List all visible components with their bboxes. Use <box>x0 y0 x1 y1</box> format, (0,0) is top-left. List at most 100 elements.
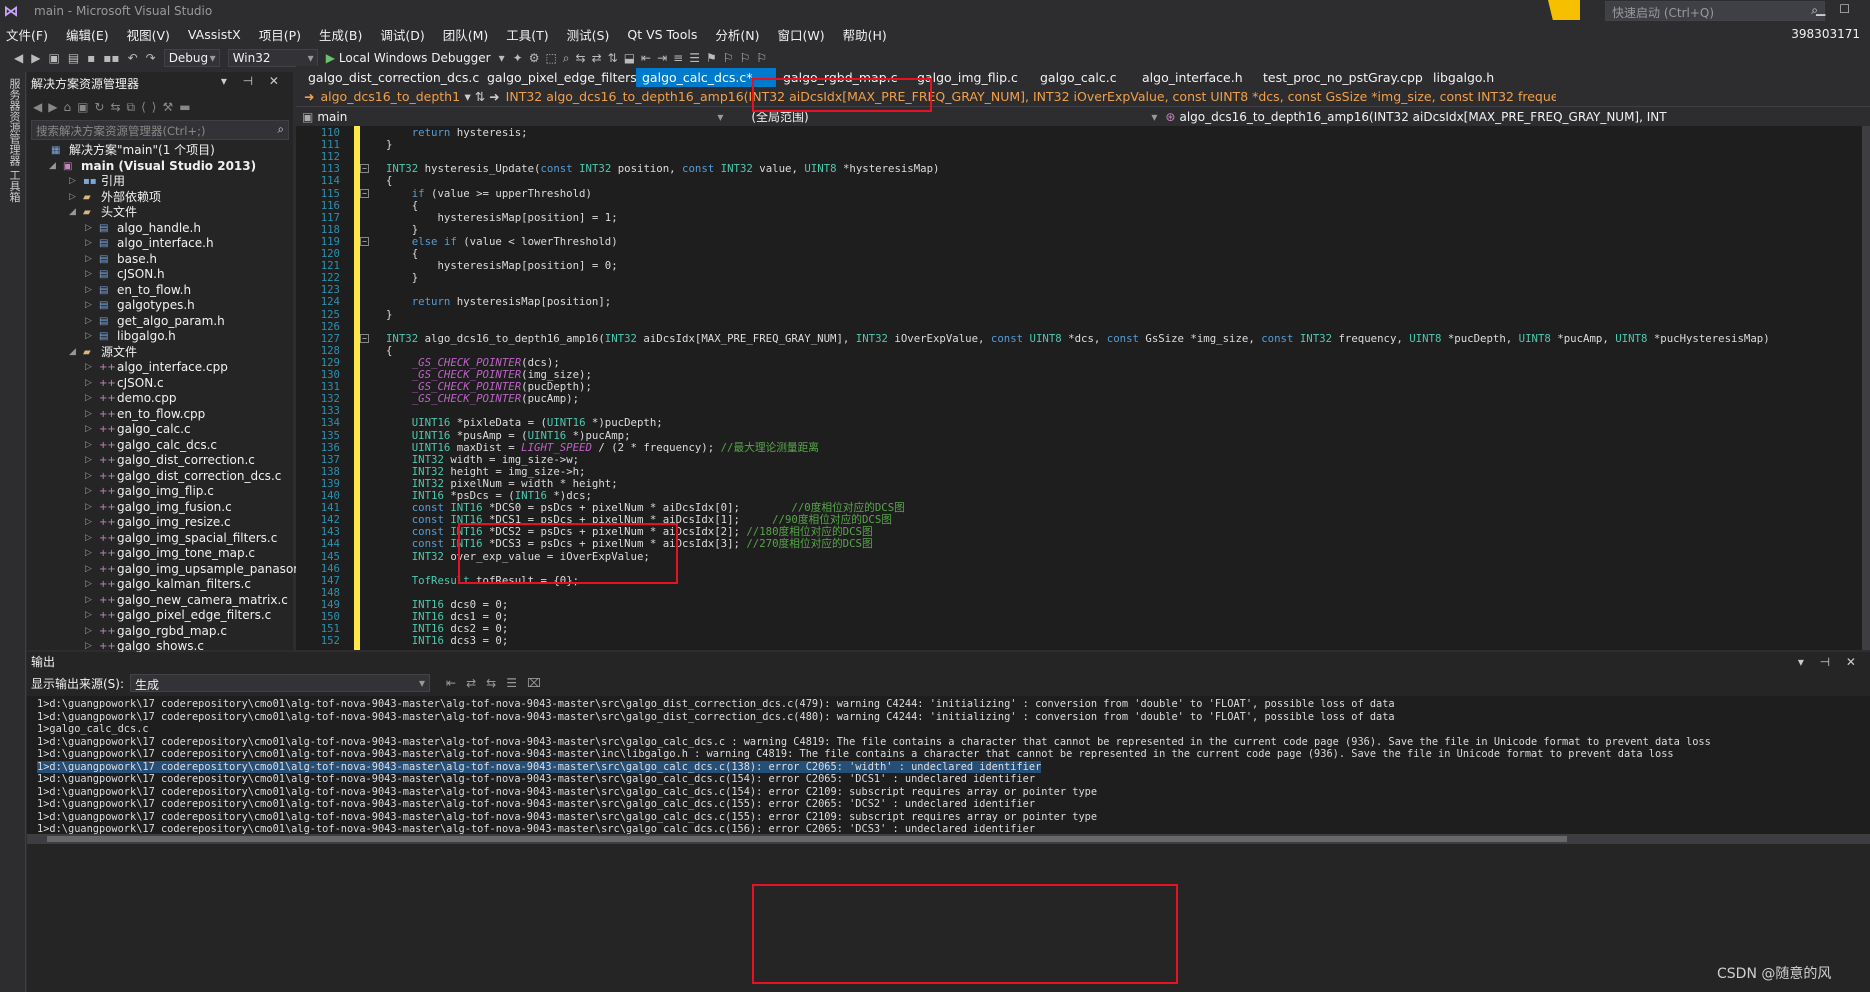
tree-item[interactable]: ▷ ▤ get_algo_param.h <box>27 314 293 330</box>
output-source-combo[interactable]: 生成 <box>130 674 431 692</box>
collapsed-arrow-icon[interactable]: ▷ <box>85 360 92 376</box>
tree-item[interactable]: ▷ ++ galgo_rgbd_map.c <box>27 624 293 640</box>
function-combo[interactable]: algo_dcs16_to_depth16_amp16(INT32 aiDcsI… <box>1179 110 1666 124</box>
tree-item[interactable]: ▦ 解决方案"main"(1 个项目) <box>27 143 293 159</box>
project-combo-arrow-icon[interactable]: ▾ <box>717 110 723 124</box>
collapsed-arrow-icon[interactable]: ▷ <box>85 314 92 330</box>
tree-item[interactable]: ▷ ++ demo.cpp <box>27 391 293 407</box>
tab-test-proc-no-pstgray[interactable]: test_proc_no_pstGray.cpp <box>1257 68 1429 87</box>
output-toolbar-icons[interactable]: ⇤⇄⇆☰⌧ <box>446 676 551 690</box>
collapsed-arrow-icon[interactable]: ▷ <box>85 252 92 268</box>
tab-libgalgo[interactable]: libgalgo.h <box>1427 68 1500 87</box>
menu-help[interactable]: 帮助(H) <box>843 25 887 44</box>
panel-controls[interactable]: ▾ ⊣ ✕ <box>221 74 285 88</box>
menu-tools[interactable]: 工具(T) <box>506 25 548 44</box>
tree-item[interactable]: ▷ ▤ algo_interface.h <box>27 236 293 252</box>
code-line[interactable]: 125} <box>296 308 1870 321</box>
save-icon[interactable]: ▪ <box>87 51 95 65</box>
collapsed-arrow-icon[interactable]: ▷ <box>85 577 92 593</box>
tree-item[interactable]: ▷ ▤ en_to_flow.h <box>27 283 293 299</box>
collapse-toggle-icon[interactable]: − <box>360 236 369 246</box>
collapsed-arrow-icon[interactable]: ▷ <box>85 593 92 609</box>
collapsed-arrow-icon[interactable]: ▷ <box>69 190 76 206</box>
tree-item[interactable]: ▷ ++ galgo_dist_correction.c <box>27 453 293 469</box>
collapse-toggle-icon[interactable]: − <box>360 333 369 343</box>
new-project-icon[interactable]: ▣ <box>48 51 59 65</box>
collapsed-arrow-icon[interactable]: ▷ <box>85 624 92 640</box>
collapsed-arrow-icon[interactable]: ▷ <box>85 376 92 392</box>
collapse-toggle-icon[interactable]: − <box>360 188 369 198</box>
tree-item[interactable]: ▷ ++ galgo_img_upsample_panasonic.c <box>27 562 321 578</box>
output-horizontal-scrollbar[interactable] <box>27 834 1870 844</box>
tab-galgo-rgbd-map[interactable]: galgo_rgbd_map.c <box>777 68 904 87</box>
scope-combo-arrow-icon[interactable]: ▾ <box>1151 110 1157 124</box>
collapsed-arrow-icon[interactable]: ▷ <box>85 422 92 438</box>
collapsed-arrow-icon[interactable]: ▷ <box>85 608 92 624</box>
window-controls[interactable]: ▁☐ <box>1816 2 1864 16</box>
server-explorer-toolbox-tab[interactable]: 服务器资源管理器 工具箱 <box>6 78 22 203</box>
code-line[interactable]: 127 INT32 algo_dcs16_to_depth16_amp16(INT… <box>296 332 1870 345</box>
tree-item[interactable]: ▷ ++ galgo_calc.c <box>27 422 293 438</box>
menu-analyze[interactable]: 分析(N) <box>715 25 759 44</box>
code-line[interactable]: 116 { <box>296 199 1870 212</box>
solution-search-input[interactable]: 搜索解决方案资源管理器(Ctrl+;) ⌕ <box>31 120 289 140</box>
tab-galgo-pixel-edge-filters[interactable]: galgo_pixel_edge_filters.c <box>481 68 654 87</box>
tree-item[interactable]: ▷ ▤ galgotypes.h <box>27 298 293 314</box>
code-line[interactable]: 150 INT16 dcs1 = 0; <box>296 610 1870 623</box>
start-debugger-button[interactable]: Local Windows Debugger <box>339 51 491 65</box>
code-line[interactable]: 151 INT16 dcs2 = 0; <box>296 622 1870 635</box>
collapsed-arrow-icon[interactable]: ▷ <box>85 391 92 407</box>
collapsed-arrow-icon[interactable]: ▷ <box>85 500 92 516</box>
tab-galgo-calc-dcs[interactable]: galgo_calc_dcs.c* ⊣ ✕ <box>636 68 776 104</box>
collapsed-arrow-icon[interactable]: ▷ <box>85 438 92 454</box>
expanded-arrow-icon[interactable]: ◢ <box>69 345 76 361</box>
forward-icon[interactable]: ▶ <box>31 51 40 65</box>
nav-signature[interactable]: INT32 algo_dcs16_to_depth16_amp16(INT32 … <box>506 89 1556 104</box>
code-line[interactable]: 114 { <box>296 175 1870 187</box>
start-debug-icon[interactable]: ▶ <box>326 51 335 65</box>
collapsed-arrow-icon[interactable]: ▷ <box>85 283 92 299</box>
code-line[interactable]: 145 INT32 over_exp_value = iOverExpValue… <box>296 550 1870 563</box>
code-line[interactable]: 124 return hysteresisMap[position]; <box>296 296 1870 308</box>
output-line[interactable]: 1>d:\guangpowork\17 coderepository\cmo01… <box>37 711 1395 724</box>
debugger-dropdown-icon[interactable]: ▾ <box>499 51 505 65</box>
code-line[interactable]: 149 INT16 dcs0 = 0; <box>296 598 1870 611</box>
collapsed-arrow-icon[interactable]: ▷ <box>85 484 92 500</box>
menu-view[interactable]: 视图(V) <box>127 25 170 44</box>
output-line[interactable]: 1>d:\guangpowork\17 coderepository\cmo01… <box>37 773 1035 786</box>
menu-qt-vs-tools[interactable]: Qt VS Tools <box>627 27 697 42</box>
code-line[interactable]: 144 const INT16 *DCS3 = psDcs + pixelNum… <box>296 538 1870 550</box>
undo-icon[interactable]: ↶ <box>128 51 138 65</box>
expanded-arrow-icon[interactable]: ◢ <box>49 159 56 175</box>
tree-item[interactable]: ▷ ++ galgo_img_flip.c <box>27 484 293 500</box>
tree-item[interactable]: ▷ ++ cJSON.c <box>27 376 293 392</box>
tree-item[interactable]: ◢ ▰ 头文件 <box>27 205 293 221</box>
tree-item[interactable]: ▷ ++ algo_interface.cpp <box>27 360 293 376</box>
code-line[interactable]: 136 UINT16 maxDist = LIGHT_SPEED / (2 * … <box>296 441 1870 454</box>
code-line[interactable]: 146 <box>296 562 1870 575</box>
notification-flag-icon[interactable] <box>1548 0 1580 20</box>
code-line[interactable]: 121 hysteresisMap[position] = 0; <box>296 259 1870 272</box>
code-line[interactable]: 119 else if (value < lowerThreshold) − <box>296 235 1870 248</box>
code-line[interactable]: 115 if (value >= upperThreshold) − <box>296 187 1870 200</box>
config-combo[interactable]: Debug <box>163 49 220 67</box>
output-line[interactable]: 1>d:\guangpowork\17 coderepository\cmo01… <box>37 798 1035 811</box>
output-line[interactable]: 1>d:\guangpowork\17 coderepository\cmo01… <box>37 760 1042 773</box>
tree-item[interactable]: ▷ ++ galgo_calc_dcs.c <box>27 438 293 454</box>
code-line[interactable]: 137 INT32 width = img_size->w; <box>296 453 1870 466</box>
tree-item[interactable]: ▷ ++ galgo_dist_correction_dcs.c <box>27 469 293 485</box>
project-combo[interactable]: main <box>317 110 717 124</box>
collapsed-arrow-icon[interactable]: ▷ <box>85 562 92 578</box>
collapsed-arrow-icon[interactable]: ▷ <box>69 174 76 190</box>
quick-launch-input[interactable]: 快速启动 (Ctrl+Q) ⌕ <box>1605 1 1825 21</box>
collapsed-arrow-icon[interactable]: ▷ <box>85 298 92 314</box>
solution-explorer-toolbar[interactable]: ◀▶⌂▣↻⇆⧉⟨⟩⚒▬ <box>27 94 293 120</box>
code-line[interactable]: 117 hysteresisMap[position] = 1; <box>296 211 1870 224</box>
tree-item[interactable]: ▷ ++ galgo_img_resize.c <box>27 515 293 531</box>
tree-item[interactable]: ▷ ++ galgo_new_camera_matrix.c <box>27 593 293 609</box>
menu-project[interactable]: 项目(P) <box>259 25 301 44</box>
code-line[interactable]: 122 } <box>296 272 1870 284</box>
toolbar-icons-group[interactable]: ✦⚙⬚⌕⇆⇄⇅⬓⇤⇥≡☰⚑⚐⚐⚐ <box>513 51 773 66</box>
tree-item[interactable]: ▷ ▰ 外部依赖项 <box>27 190 293 206</box>
code-line[interactable]: 147 TofResult tofResult = {0}; <box>296 574 1870 587</box>
